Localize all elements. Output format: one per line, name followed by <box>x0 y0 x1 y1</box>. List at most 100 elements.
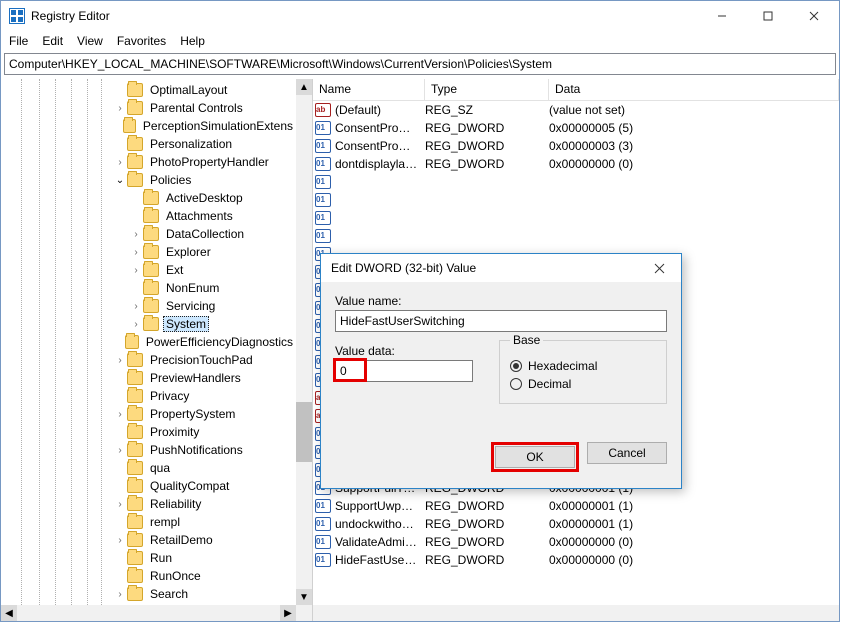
expand-icon[interactable]: › <box>113 535 127 546</box>
tree-item[interactable]: ›PhotoPropertyHandler <box>1 153 296 171</box>
tree-item[interactable]: Privacy <box>1 387 296 405</box>
column-type[interactable]: Type <box>425 79 549 100</box>
titlebar[interactable]: Registry Editor <box>1 1 839 31</box>
value-row[interactable] <box>313 209 839 227</box>
value-data: 0x00000000 (0) <box>549 535 839 549</box>
value-row[interactable]: ValidateAdminC...REG_DWORD0x00000000 (0) <box>313 533 839 551</box>
tree-item[interactable]: NonEnum <box>1 279 296 297</box>
scroll-down-icon[interactable]: ▼ <box>296 589 312 605</box>
tree-item[interactable]: ActiveDesktop <box>1 189 296 207</box>
list-horizontal-scrollbar[interactable] <box>313 605 839 621</box>
tree-vertical-scrollbar[interactable]: ▲ ▼ <box>296 79 312 605</box>
binary-value-icon <box>315 121 331 135</box>
value-row[interactable]: undockwithoutl...REG_DWORD0x00000001 (1) <box>313 515 839 533</box>
tree-item[interactable]: Run <box>1 549 296 567</box>
value-row[interactable]: dontdisplaylastu...REG_DWORD0x00000000 (… <box>313 155 839 173</box>
tree-item-label: Personalization <box>147 137 235 151</box>
tree-item[interactable]: ›PushNotifications <box>1 441 296 459</box>
menu-favorites[interactable]: Favorites <box>117 34 166 48</box>
folder-icon <box>143 209 159 223</box>
ok-button[interactable]: OK <box>495 446 575 468</box>
list-header[interactable]: Name Type Data <box>313 79 839 101</box>
expand-icon[interactable]: › <box>129 301 143 312</box>
expand-icon[interactable]: › <box>129 247 143 258</box>
menu-edit[interactable]: Edit <box>42 34 63 48</box>
tree-item[interactable]: Attachments <box>1 207 296 225</box>
tree-item-label: rempl <box>147 515 183 529</box>
dialog-titlebar[interactable]: Edit DWORD (32-bit) Value <box>321 254 681 282</box>
tree-item[interactable]: ›Explorer <box>1 243 296 261</box>
tree-item[interactable]: QualityCompat <box>1 477 296 495</box>
scroll-thumb[interactable] <box>296 402 312 462</box>
cancel-button[interactable]: Cancel <box>587 442 667 464</box>
tree-item[interactable]: Personalization <box>1 135 296 153</box>
value-row[interactable]: ConsentPrompt...REG_DWORD0x00000005 (5) <box>313 119 839 137</box>
expand-icon[interactable]: › <box>129 319 143 330</box>
menu-view[interactable]: View <box>77 34 103 48</box>
tree-item[interactable]: qua <box>1 459 296 477</box>
tree-item[interactable]: ⌄ Policies <box>1 171 296 189</box>
tree-item[interactable]: ›Servicing <box>1 297 296 315</box>
dialog-close-button[interactable] <box>641 256 677 280</box>
scroll-up-icon[interactable]: ▲ <box>296 79 312 95</box>
minimize-button[interactable] <box>699 1 745 31</box>
tree-item[interactable]: PreviewHandlers <box>1 369 296 387</box>
column-name[interactable]: Name <box>313 79 425 100</box>
tree-item[interactable]: ›PropertySystem <box>1 405 296 423</box>
address-bar[interactable]: Computer\HKEY_LOCAL_MACHINE\SOFTWARE\Mic… <box>4 53 836 75</box>
value-row[interactable]: (Default)REG_SZ(value not set) <box>313 101 839 119</box>
expand-icon[interactable]: ⌄ <box>113 175 127 186</box>
folder-icon <box>127 407 143 421</box>
value-name: dontdisplaylastu... <box>335 157 425 171</box>
radio-decimal[interactable]: Decimal <box>510 377 656 391</box>
value-row[interactable]: SupportUwpStar...REG_DWORD0x00000001 (1) <box>313 497 839 515</box>
tree-item[interactable]: ›RetailDemo <box>1 531 296 549</box>
value-name-field[interactable] <box>335 310 667 332</box>
expand-icon[interactable]: › <box>113 589 127 600</box>
value-row[interactable] <box>313 173 839 191</box>
tree-pane[interactable]: OptimalLayout ›Parental ControlsPerceptio… <box>1 79 313 621</box>
value-row[interactable]: ConsentPrompt...REG_DWORD0x00000003 (3) <box>313 137 839 155</box>
value-type: REG_DWORD <box>425 553 549 567</box>
tree-item[interactable]: ›Parental Controls <box>1 99 296 117</box>
value-data: 0x00000001 (1) <box>549 499 839 513</box>
tree-item[interactable]: ›PrecisionTouchPad <box>1 351 296 369</box>
expand-icon[interactable]: › <box>113 355 127 366</box>
value-row[interactable]: HideFastUserSwi...REG_DWORD0x00000000 (0… <box>313 551 839 569</box>
menu-help[interactable]: Help <box>180 34 205 48</box>
close-button[interactable] <box>791 1 837 31</box>
tree-item[interactable]: rempl <box>1 513 296 531</box>
value-row[interactable] <box>313 191 839 209</box>
maximize-button[interactable] <box>745 1 791 31</box>
scroll-right-icon[interactable]: ▶ <box>280 605 296 621</box>
tree-item[interactable]: OptimalLayout <box>1 81 296 99</box>
value-data: 0x00000000 (0) <box>549 157 839 171</box>
expand-icon[interactable]: › <box>113 409 127 420</box>
tree-item[interactable]: PerceptionSimulationExtens <box>1 117 296 135</box>
value-row[interactable] <box>313 227 839 245</box>
expand-icon[interactable]: › <box>129 265 143 276</box>
expand-icon[interactable]: › <box>113 157 127 168</box>
tree-item[interactable]: PowerEfficiencyDiagnostics <box>1 333 296 351</box>
registry-editor-window: Registry Editor File Edit View Favorites… <box>0 0 840 622</box>
tree-item-label: Policies <box>147 173 194 187</box>
tree-item[interactable]: RunOnce <box>1 567 296 585</box>
tree-item[interactable]: Proximity <box>1 423 296 441</box>
radio-hexadecimal[interactable]: Hexadecimal <box>510 359 656 373</box>
tree-item[interactable]: ›Ext <box>1 261 296 279</box>
scroll-left-icon[interactable]: ◀ <box>1 605 17 621</box>
tree-item-label: OptimalLayout <box>147 83 230 97</box>
expand-icon[interactable]: › <box>113 499 127 510</box>
expand-icon[interactable]: › <box>113 103 127 114</box>
column-data[interactable]: Data <box>549 79 839 100</box>
expand-icon[interactable]: › <box>113 445 127 456</box>
tree-item-label: Proximity <box>147 425 202 439</box>
tree-item-selected[interactable]: ›System <box>1 315 296 333</box>
tree-horizontal-scrollbar[interactable]: ◀ ▶ <box>1 605 296 621</box>
tree-item[interactable]: ›DataCollection <box>1 225 296 243</box>
tree-item[interactable]: › Search <box>1 585 296 603</box>
menu-file[interactable]: File <box>9 34 28 48</box>
expand-icon[interactable]: › <box>129 229 143 240</box>
tree-item[interactable]: ›Reliability <box>1 495 296 513</box>
tree-item-label: Search <box>147 587 191 601</box>
